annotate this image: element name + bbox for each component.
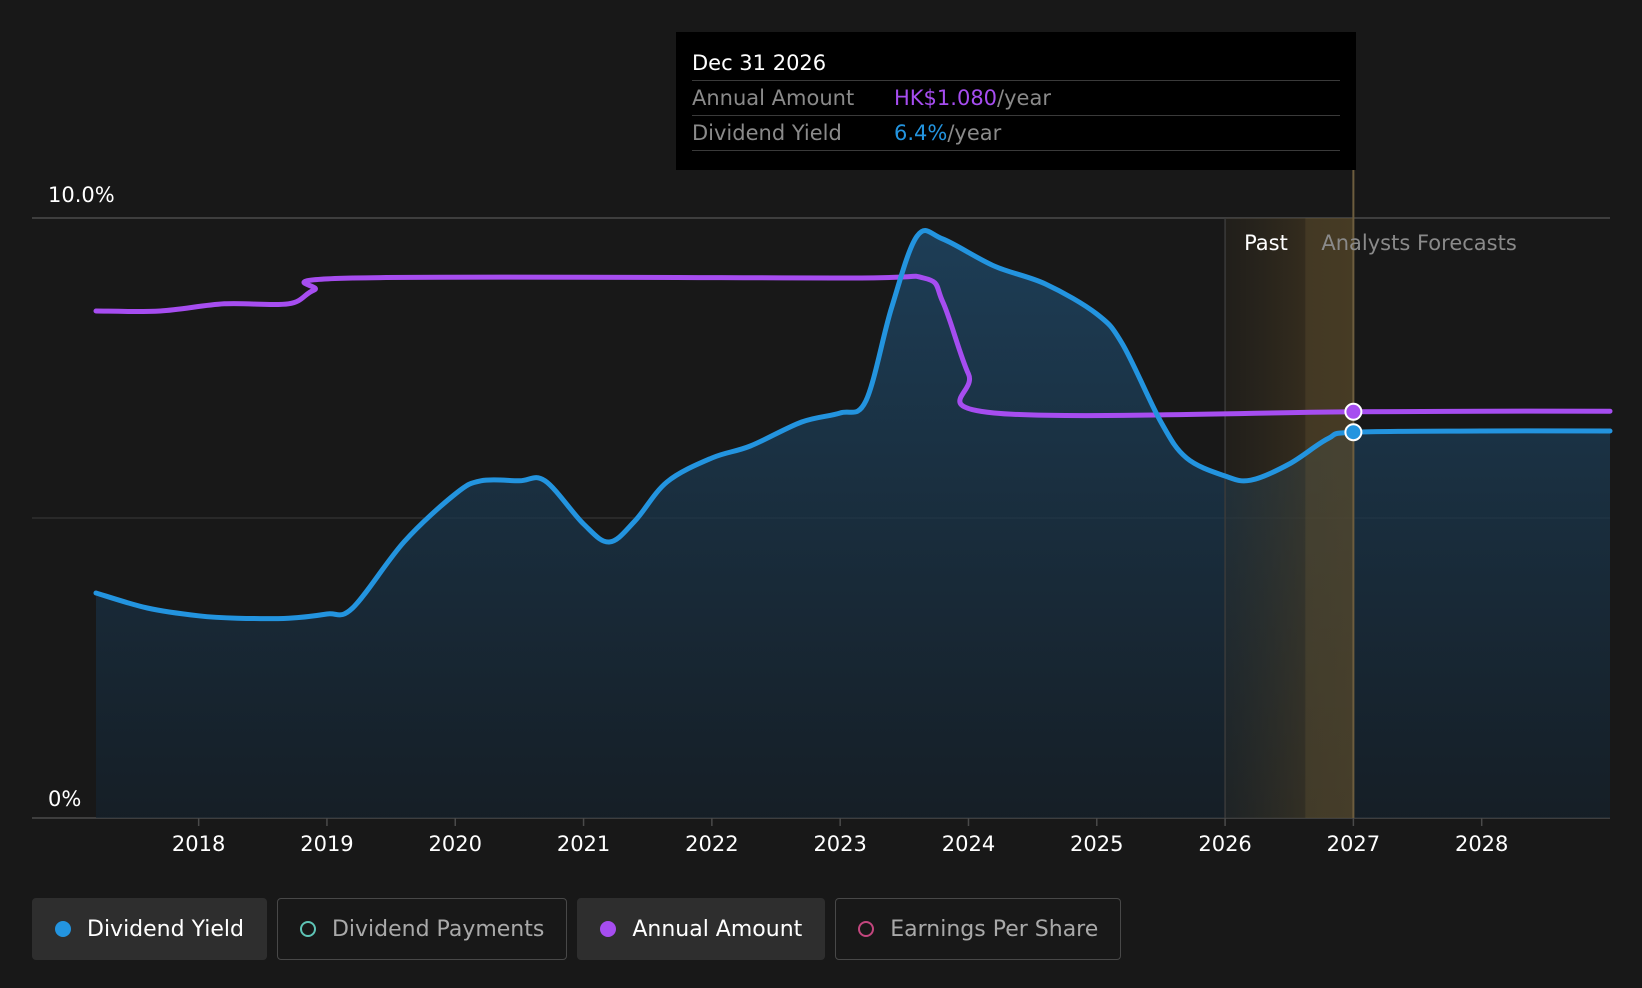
legend-label: Earnings Per Share [890,916,1099,942]
forecast-band [1225,218,1354,818]
tooltip: Dec 31 2026 Annual Amount HK$1.080 /year… [676,32,1356,170]
legend-ring-icon [299,921,316,937]
x-tick-label: 2027 [1327,832,1380,856]
tooltip-annual-amount-value: HK$1.080 [894,86,998,110]
past-label: Past [1244,231,1288,255]
x-tick-label: 2020 [429,832,482,856]
tooltip-yield-value: 6.4% [894,121,948,145]
legend-dividend-yield[interactable]: Dividend Yield [32,898,267,960]
legend-annual-amount[interactable]: Annual Amount [577,898,826,960]
tooltip-yield-row: Dividend Yield 6.4% /year [692,116,1340,151]
legend-ring-icon [858,921,875,937]
legend-label: Dividend Yield [87,916,244,942]
forecast-band-layer [1224,170,1355,818]
tooltip-annual-amount-row: Annual Amount HK$1.080 /year [692,81,1340,116]
x-tick-label: 2023 [813,832,866,856]
x-tick-label: 2018 [172,832,225,856]
legend: Dividend Yield Dividend Payments Annual … [32,898,1122,960]
legend-dot-icon [55,921,71,937]
dividend-yield-marker [1344,423,1363,442]
tooltip-annual-amount-unit: /year [997,86,1051,110]
x-tick-label: 2022 [685,832,738,856]
legend-dividend-payments[interactable]: Dividend Payments [276,898,568,960]
legend-dot-icon [600,921,617,937]
yield-area [96,230,1610,818]
forecast-label: Analysts Forecasts [1321,231,1516,255]
x-tick-label: 2024 [942,832,995,856]
yield-area-layer [96,230,1610,818]
legend-label: Dividend Payments [331,916,545,942]
annual-amount-line [93,273,1613,419]
x-tick-label: 2026 [1198,832,1251,856]
tooltip-annual-amount-label: Annual Amount [692,86,855,110]
y-tick-label: 0% [48,787,81,811]
x-tick-label: 2025 [1070,832,1123,856]
annual-amount-marker [1344,402,1363,421]
tooltip-yield-unit: /year [947,121,1002,145]
x-tick-label: 2021 [557,832,610,856]
legend-earnings-per-share[interactable]: Earnings Per Share [835,898,1122,960]
x-tick-label: 2019 [300,832,353,856]
tooltip-date: Dec 31 2026 [692,46,1340,81]
y-tick-label: 10.0% [48,183,115,207]
tooltip-yield-label: Dividend Yield [692,121,842,145]
legend-label: Annual Amount [632,916,803,942]
x-tick-label: 2028 [1455,832,1508,856]
